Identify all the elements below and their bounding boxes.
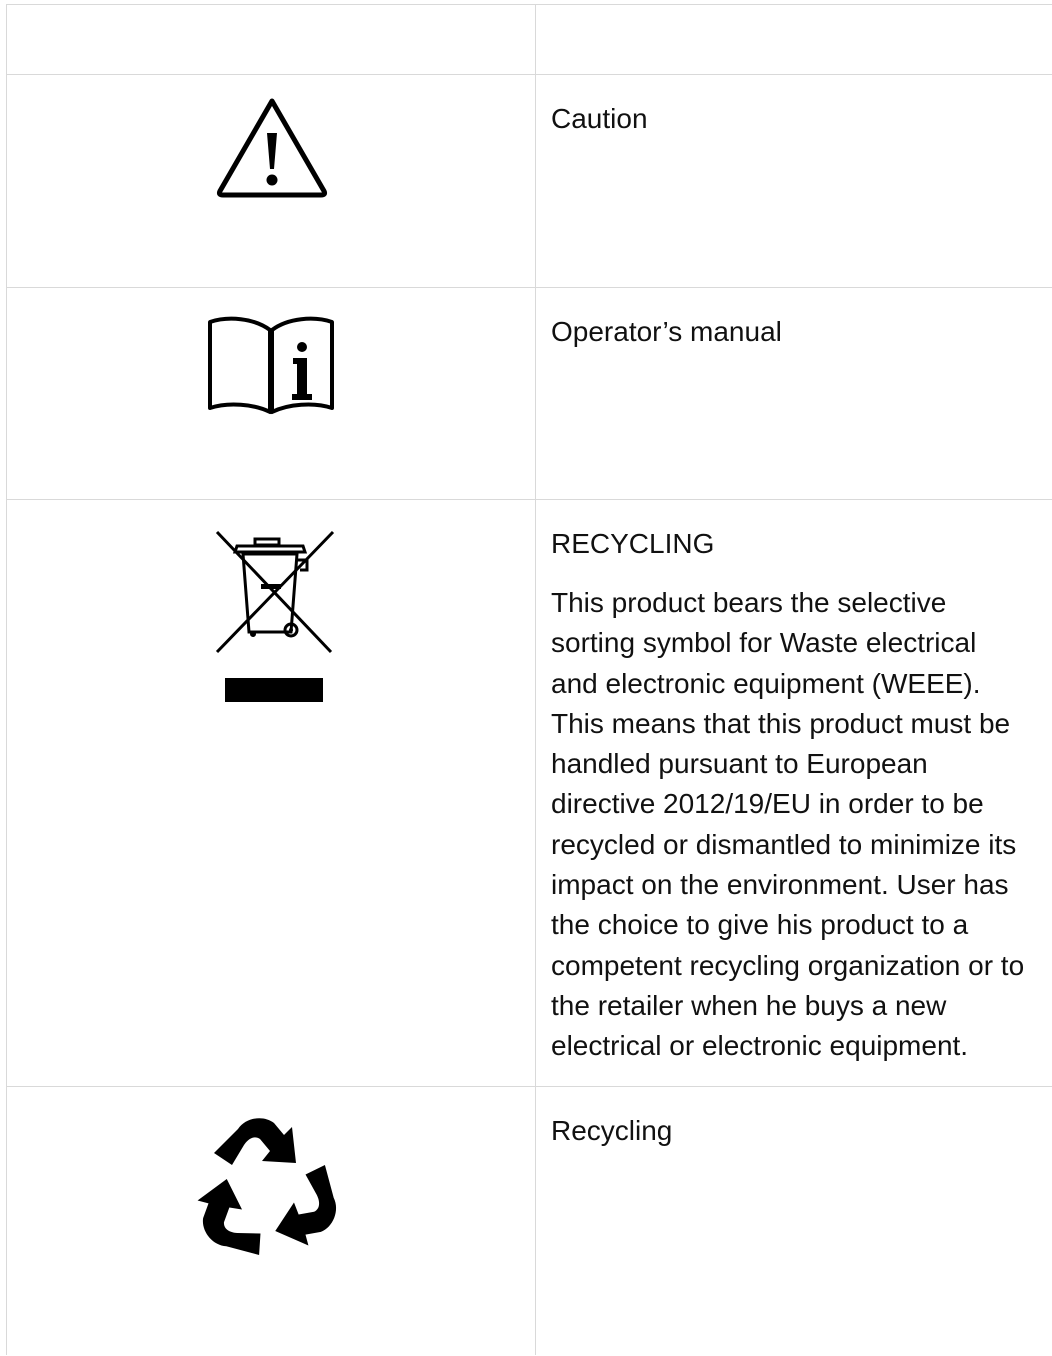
- icon-cell: [7, 75, 535, 287]
- table-row-empty: [7, 5, 1052, 75]
- table-row-caution: Caution: [7, 75, 1052, 288]
- caution-label: Caution: [551, 103, 648, 134]
- icon-cell: [7, 1087, 535, 1356]
- weee-title: RECYCLING: [551, 528, 715, 559]
- icon-cell: [7, 500, 535, 1086]
- icon-cell: [7, 288, 535, 499]
- symbols-table: Caution Operator’s manual RECYCLING This…: [6, 4, 1052, 1355]
- recycling-label: Recycling: [551, 1115, 673, 1146]
- weee-description: This product bears the selective sorting…: [551, 587, 1025, 1062]
- recycling-arrows-icon: [187, 1118, 356, 1273]
- table-row-recycling: Recycling: [7, 1087, 1052, 1356]
- table-row-weee: RECYCLING This product bears the selecti…: [7, 500, 1052, 1087]
- table-row-operator-manual: Operator’s manual: [7, 288, 1052, 500]
- warning-triangle-icon: [216, 98, 328, 198]
- operator-manual-label: Operator’s manual: [551, 316, 782, 347]
- crossed-out-wheelie-bin-weee-icon: [215, 530, 335, 702]
- operator-manual-book-icon: [208, 316, 334, 414]
